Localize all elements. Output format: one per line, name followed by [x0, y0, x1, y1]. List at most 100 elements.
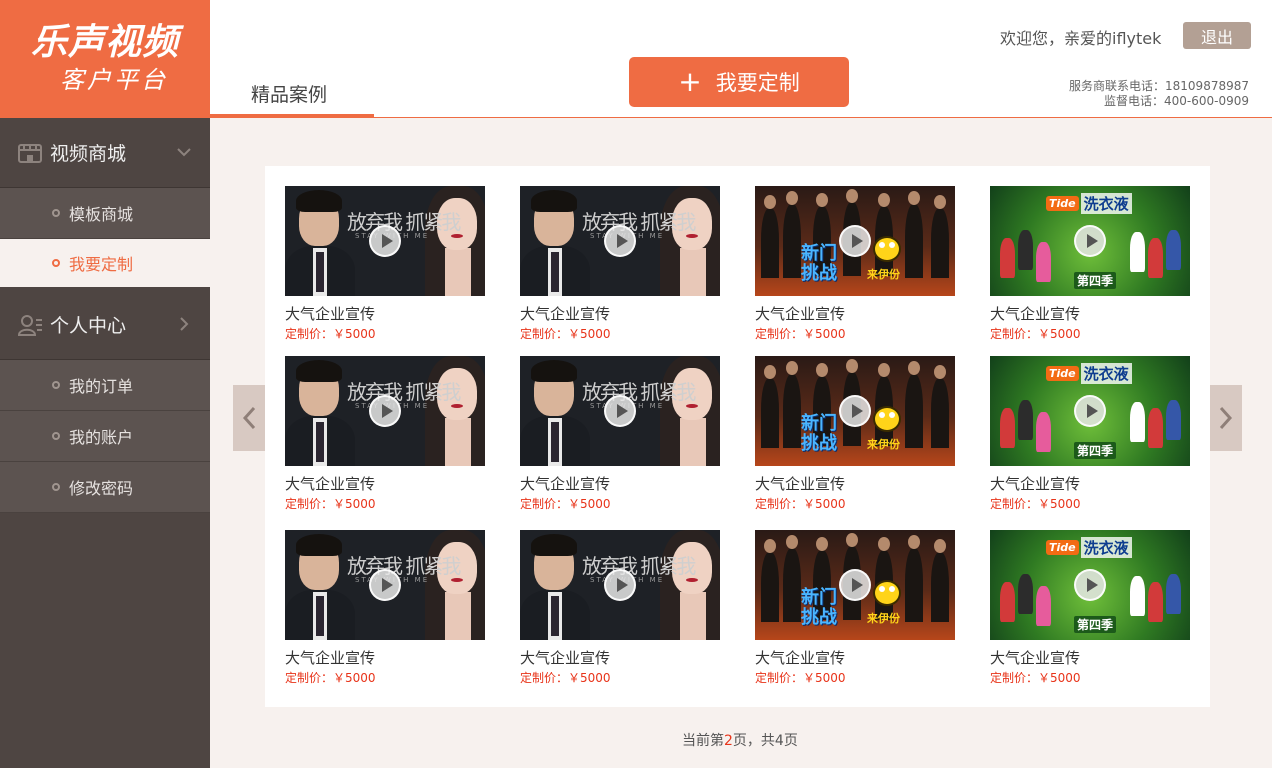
video-card[interactable]: 放弃我 抓紧我 STAY WITH ME 大气企业宣传定制价：￥5000 — [520, 186, 720, 342]
video-card[interactable]: 放弃我 抓紧我 STAY WITH ME 大气企业宣传定制价：￥5000 — [285, 186, 485, 342]
thumbnail-title: 新门 挑战 — [801, 587, 837, 628]
play-icon[interactable] — [369, 225, 401, 257]
play-icon[interactable] — [1074, 395, 1106, 427]
video-card[interactable]: 新门 挑战 来伊份 大气企业宣传 定制价：￥5000 — [755, 186, 955, 342]
video-card-title[interactable]: 大气企业宣传 — [990, 474, 1190, 494]
bullet-icon — [52, 209, 60, 217]
play-icon[interactable] — [369, 395, 401, 427]
thumbnail-caption: 放弃我 抓紧我 — [582, 380, 696, 404]
thumbnail-caption: 放弃我 抓紧我 — [347, 380, 461, 404]
sidebar-group-label: 个人中心 — [50, 315, 127, 337]
custom-order-button[interactable]: + 我要定制 — [629, 57, 849, 107]
sidebar-item-change-password[interactable]: 修改密码 — [0, 462, 210, 513]
logout-button[interactable]: 退出 — [1183, 22, 1251, 49]
video-thumbnail[interactable]: 新门 挑战 来伊份 — [755, 530, 955, 640]
video-thumbnail[interactable]: Tide 洗衣液 第四季 — [990, 356, 1190, 466]
video-card-title[interactable]: 大气企业宣传 — [520, 648, 720, 668]
sidebar-item-custom[interactable]: 我要定制 — [0, 239, 210, 290]
mascot-icon — [873, 580, 901, 606]
play-icon[interactable] — [839, 225, 871, 257]
welcome-text: 欢迎您，亲爱的iflytek — [1000, 29, 1162, 48]
video-card-price: 定制价：￥5000 — [285, 327, 376, 341]
video-thumbnail[interactable]: 放弃我 抓紧我 STAY WITH ME — [520, 356, 720, 466]
video-card-title[interactable]: 大气企业宣传 — [990, 304, 1190, 324]
video-card-title[interactable]: 大气企业宣传 — [990, 648, 1190, 668]
sidebar: 视频商城 模板商城 我要定制 个人中心 我的订单 我的账户 修改密码 — [0, 118, 210, 768]
chevron-left-icon — [242, 406, 256, 430]
video-card[interactable]: Tide 洗衣液 第四季 大气企业宣传 定制价：￥5000 — [990, 186, 1190, 342]
video-thumbnail[interactable]: 放弃我 抓紧我 STAY WITH ME — [285, 530, 485, 640]
thumbnail-caption: 放弃我 抓紧我 — [582, 554, 696, 578]
thumbnail-season: 第四季 — [1074, 616, 1117, 633]
video-card-price: 定制价：￥5000 — [285, 497, 376, 511]
sidebar-item-my-account[interactable]: 我的账户 — [0, 411, 210, 462]
video-card[interactable]: 新门 挑战 来伊份 大气企业宣传 定制价：￥5000 — [755, 530, 955, 686]
next-page-button[interactable] — [1210, 385, 1242, 451]
video-card[interactable]: 放弃我 抓紧我 STAY WITH ME 大气企业宣传定制价：￥5000 — [285, 356, 485, 512]
video-card[interactable]: 放弃我 抓紧我 STAY WITH ME 大气企业宣传定制价：￥5000 — [520, 530, 720, 686]
video-card[interactable]: 放弃我 抓紧我 STAY WITH ME 大气企业宣传定制价：￥5000 — [285, 530, 485, 686]
video-card-title[interactable]: 大气企业宣传 — [755, 304, 955, 324]
pagination-info: 当前第2页，共4页 — [682, 733, 798, 749]
prev-page-button[interactable] — [233, 385, 265, 451]
video-card-price: 定制价：￥5000 — [520, 327, 611, 341]
bullet-icon — [52, 259, 60, 267]
thumbnail-title: 新门 挑战 — [801, 243, 837, 284]
logo-title: 乐声视频 — [30, 22, 179, 63]
sidebar-item-my-orders[interactable]: 我的订单 — [0, 360, 210, 411]
video-thumbnail[interactable]: 放弃我 抓紧我 STAY WITH ME — [285, 356, 485, 466]
sidebar-item-label: 我要定制 — [69, 255, 134, 274]
brand-logo: 乐声视频 客户平台 — [0, 0, 210, 118]
sidebar-item-template-mall[interactable]: 模板商城 — [0, 188, 210, 239]
video-card-title[interactable]: 大气企业宣传 — [755, 648, 955, 668]
tab-featured-cases[interactable]: 精品案例 — [210, 78, 374, 117]
thumbnail-caption: 放弃我 抓紧我 — [582, 210, 696, 234]
sidebar-item-label: 我的订单 — [69, 377, 134, 396]
store-icon — [18, 143, 42, 163]
video-card-price: 定制价：￥5000 — [755, 497, 846, 511]
sidebar-group-label: 视频商城 — [50, 143, 127, 165]
sidebar-item-label: 修改密码 — [69, 479, 134, 498]
video-card-title[interactable]: 大气企业宣传 — [520, 474, 720, 494]
video-card-title[interactable]: 大气企业宣传 — [285, 648, 485, 668]
video-thumbnail[interactable]: Tide 洗衣液 第四季 — [990, 186, 1190, 296]
play-icon[interactable] — [604, 395, 636, 427]
video-card[interactable]: 放弃我 抓紧我 STAY WITH ME 大气企业宣传定制价：￥5000 — [520, 356, 720, 512]
video-thumbnail[interactable]: 新门 挑战 来伊份 — [755, 356, 955, 466]
logo-subtitle: 客户平台 — [60, 66, 168, 94]
bullet-icon — [52, 432, 60, 440]
video-card-title[interactable]: 大气企业宣传 — [285, 304, 485, 324]
video-card-title[interactable]: 大气企业宣传 — [755, 474, 955, 494]
brand-logo: Tide 洗衣液 — [1046, 536, 1132, 558]
service-phone: 服务商联系电话：18109878987 — [1069, 79, 1249, 93]
brand-logo: Tide 洗衣液 — [1046, 362, 1132, 384]
play-icon[interactable] — [604, 569, 636, 601]
video-thumbnail[interactable]: 新门 挑战 来伊份 — [755, 186, 955, 296]
sidebar-item-label: 模板商城 — [69, 205, 134, 224]
video-thumbnail[interactable]: 放弃我 抓紧我 STAY WITH ME — [520, 186, 720, 296]
play-icon[interactable] — [839, 569, 871, 601]
video-card[interactable]: Tide 洗衣液 第四季 大气企业宣传 定制价：￥5000 — [990, 356, 1190, 512]
play-icon[interactable] — [839, 395, 871, 427]
thumbnail-season: 第四季 — [1074, 272, 1117, 289]
thumbnail-season: 第四季 — [1074, 442, 1117, 459]
thumbnail-caption: 放弃我 抓紧我 — [347, 210, 461, 234]
play-icon[interactable] — [1074, 225, 1106, 257]
video-card[interactable]: 新门 挑战 来伊份 大气企业宣传定制价：￥5000 — [755, 356, 955, 512]
video-thumbnail[interactable]: 放弃我 抓紧我 STAY WITH ME — [285, 186, 485, 296]
video-thumbnail[interactable]: 放弃我 抓紧我 STAY WITH ME — [520, 530, 720, 640]
play-icon[interactable] — [604, 225, 636, 257]
video-card[interactable]: Tide 洗衣液 第四季 大气企业宣传 定制价：￥5000 — [990, 530, 1190, 686]
mascot-icon — [873, 236, 901, 262]
video-card-title[interactable]: 大气企业宣传 — [520, 304, 720, 324]
supervise-phone: 监督电话：400-600-0909 — [1103, 94, 1249, 108]
play-icon[interactable] — [1074, 569, 1106, 601]
video-thumbnail[interactable]: Tide 洗衣液 第四季 — [990, 530, 1190, 640]
sidebar-group-video-mall[interactable]: 视频商城 — [0, 118, 210, 188]
thumbnail-title: 新门 挑战 — [801, 413, 837, 454]
bullet-icon — [52, 381, 60, 389]
play-icon[interactable] — [369, 569, 401, 601]
video-card-title[interactable]: 大气企业宣传 — [285, 474, 485, 494]
sidebar-group-personal-center[interactable]: 个人中心 — [0, 290, 210, 360]
thumbnail-sponsor: 来伊份 — [867, 438, 900, 451]
